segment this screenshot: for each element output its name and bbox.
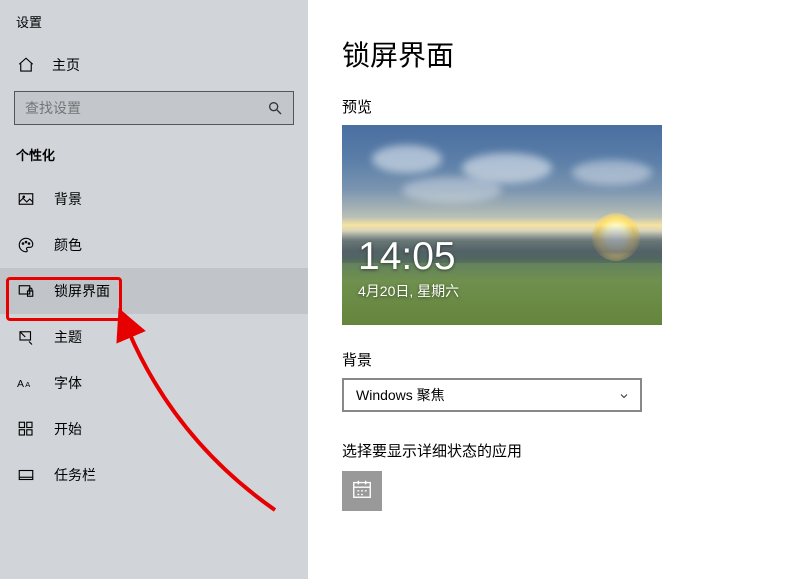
start-icon [16,419,36,439]
preview-date: 4月20日, 星期六 [358,281,459,301]
sidebar-item-background[interactable]: 背景 [0,176,308,222]
status-app-tile[interactable] [342,471,382,511]
main-content: 锁屏界面 预览 14:05 4月20日, 星期六 背景 Windows 聚焦 选… [308,0,789,579]
preview-time: 14:05 [358,235,456,279]
sidebar-item-label: 开始 [54,419,82,439]
sidebar-item-label: 字体 [54,373,82,393]
palette-icon [16,235,36,255]
page-title: 锁屏界面 [342,34,789,74]
sidebar-item-themes[interactable]: 主题 [0,314,308,360]
sidebar-item-colors[interactable]: 颜色 [0,222,308,268]
preview-label: 预览 [342,96,789,117]
picture-icon [16,189,36,209]
sidebar-section-header: 个性化 [0,139,308,176]
sidebar-home[interactable]: 主页 [0,47,308,83]
sidebar-item-label: 锁屏界面 [54,281,110,301]
themes-icon [16,327,36,347]
dropdown-value: Windows 聚焦 [356,385,445,405]
search-input[interactable] [25,100,267,116]
search-icon [267,100,283,116]
svg-text:A: A [25,380,30,389]
svg-text:A: A [17,378,24,390]
home-icon [16,55,36,75]
sidebar-item-label: 主题 [54,327,82,347]
sidebar-item-label: 颜色 [54,235,82,255]
status-app-label: 选择要显示详细状态的应用 [342,440,789,461]
fonts-icon: A A [16,373,36,393]
taskbar-icon [16,465,36,485]
background-label: 背景 [342,349,789,370]
sidebar-item-start[interactable]: 开始 [0,406,308,452]
sidebar-item-label: 背景 [54,189,82,209]
lockscreen-preview: 14:05 4月20日, 星期六 [342,125,662,325]
lockscreen-icon [16,281,36,301]
calendar-icon [351,478,373,505]
chevron-down-icon [618,389,630,401]
sidebar-item-lockscreen[interactable]: 锁屏界面 [0,268,308,314]
background-dropdown[interactable]: Windows 聚焦 [342,378,642,412]
app-title: 设置 [0,8,308,47]
search-box[interactable] [14,91,294,125]
sidebar: 设置 主页 个性化 背景 [0,0,308,579]
sidebar-item-fonts[interactable]: A A 字体 [0,360,308,406]
sidebar-item-label: 任务栏 [54,465,96,485]
sidebar-home-label: 主页 [52,55,80,75]
sidebar-item-taskbar[interactable]: 任务栏 [0,452,308,498]
